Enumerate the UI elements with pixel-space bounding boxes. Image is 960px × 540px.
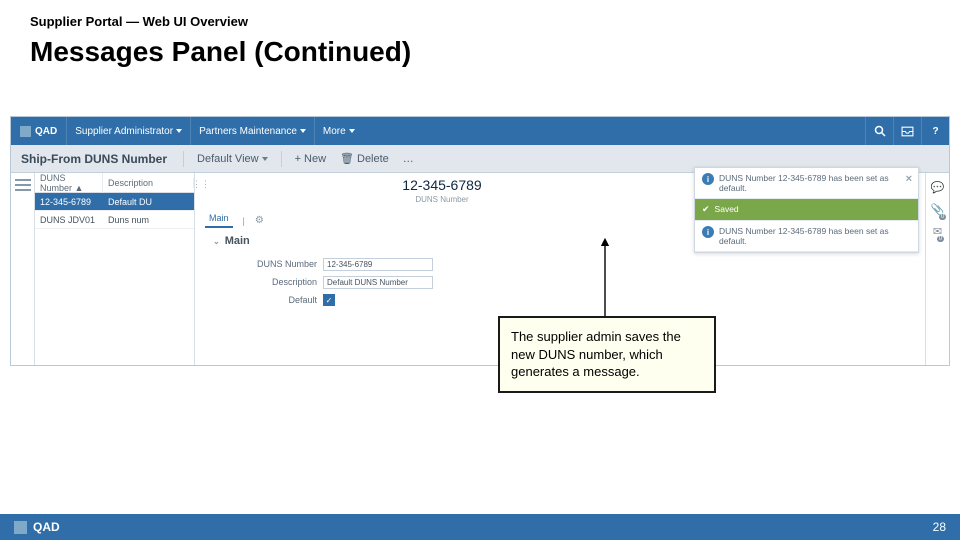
nav-partners-maintenance[interactable]: Partners Maintenance <box>190 117 314 145</box>
cell-duns: 12-345-6789 <box>35 197 103 207</box>
screenshot: QAD Supplier Administrator Partners Main… <box>10 116 950 366</box>
page-number: 28 <box>933 520 946 534</box>
app-logo: QAD <box>11 126 66 137</box>
check-icon: ✓ <box>326 296 333 305</box>
check-icon: ✔ <box>702 204 710 215</box>
slide-title: Messages Panel (Continued) <box>30 36 411 68</box>
slide-overline: Supplier Portal — Web UI Overview <box>30 14 248 29</box>
attach-badge: 0 <box>939 214 946 220</box>
hamburger-icon[interactable] <box>15 179 31 191</box>
nav-more[interactable]: More <box>314 117 363 145</box>
app-nav: QAD Supplier Administrator Partners Main… <box>11 117 949 145</box>
message-text: DUNS Number 12-345-6789 has been set as … <box>719 226 911 246</box>
callout-text: The supplier admin saves the new DUNS nu… <box>511 329 681 379</box>
nav-supplier-admin[interactable]: Supplier Administrator <box>66 117 190 145</box>
search-button[interactable] <box>865 117 893 145</box>
new-button[interactable]: +New <box>288 153 333 165</box>
section-label: Main <box>225 235 250 247</box>
footer-logo: QAD <box>14 520 60 534</box>
record-title-caption: DUNS Number <box>195 195 689 204</box>
slide-footer: QAD 28 <box>0 514 960 540</box>
inbox-button[interactable] <box>893 117 921 145</box>
gear-icon[interactable]: ⚙ <box>255 215 264 226</box>
detail-tabs: Main | ⚙ <box>205 213 264 228</box>
nav-item-label: Supplier Administrator <box>75 126 173 137</box>
message-text: Saved <box>715 204 739 214</box>
cell-desc: Duns num <box>103 215 194 225</box>
delete-button[interactable]: 🗑Delete <box>333 152 396 165</box>
section-main[interactable]: ⌄ Main <box>213 235 250 247</box>
table-header: DUNS Number ▲ Description <box>35 173 194 193</box>
footer-logo-text: QAD <box>33 520 60 534</box>
info-icon: i <box>702 173 714 185</box>
trash-icon: 🗑 <box>340 152 354 165</box>
callout-note: The supplier admin saves the new DUNS nu… <box>498 316 716 393</box>
messages-panel: × i DUNS Number 12-345-6789 has been set… <box>694 167 919 253</box>
duns-label: DUNS Number <box>255 259 317 269</box>
right-strip: 💬 📎0 ✉0 <box>925 173 949 365</box>
page-title: Ship-From DUNS Number <box>11 152 177 166</box>
description-input[interactable] <box>323 276 433 289</box>
tab-main[interactable]: Main <box>205 213 233 228</box>
more-actions-button[interactable]: … <box>396 153 421 165</box>
message-text: DUNS Number 12-345-6789 has been set as … <box>719 173 911 193</box>
col-desc-header[interactable]: Description <box>103 178 194 188</box>
app-logo-text: QAD <box>35 126 57 137</box>
new-button-label: New <box>304 153 326 165</box>
callout-arrow <box>604 247 605 316</box>
view-selector-label: Default View <box>197 153 259 165</box>
plus-icon: + <box>295 153 301 165</box>
default-label: Default <box>255 295 317 305</box>
more-button-label: … <box>403 153 414 165</box>
results-table: DUNS Number ▲ Description 12-345-6789 De… <box>35 173 195 365</box>
chevron-down-icon: ⌄ <box>213 237 220 246</box>
help-icon: ? <box>932 126 938 137</box>
sort-asc-icon: ▲ <box>75 183 84 193</box>
tab-divider: | <box>243 216 245 226</box>
help-button[interactable]: ? <box>921 117 949 145</box>
table-row[interactable]: DUNS JDV01 Duns num <box>35 211 194 229</box>
message-info: i DUNS Number 12-345-6789 has been set a… <box>695 168 918 199</box>
table-row[interactable]: 12-345-6789 Default DU <box>35 193 194 211</box>
nav-item-label: More <box>323 126 346 137</box>
close-icon[interactable]: × <box>906 173 912 185</box>
detail-form: DUNS Number Description Default ✓ <box>255 255 433 309</box>
info-icon: i <box>702 226 714 238</box>
message-saved: ✔ Saved <box>695 199 918 221</box>
attachments-icon[interactable]: 📎0 <box>931 203 945 216</box>
search-icon <box>874 125 886 137</box>
inbox-icon <box>901 126 914 137</box>
left-strip <box>11 173 35 365</box>
default-checkbox[interactable]: ✓ <box>323 294 335 306</box>
delete-button-label: Delete <box>357 153 389 165</box>
record-title: 12-345-6789 <box>195 177 689 193</box>
cell-desc: Default DU <box>103 197 194 207</box>
logo-square-icon <box>14 521 27 534</box>
comments-icon[interactable]: 💬 <box>931 181 945 194</box>
mail-badge: 0 <box>937 236 944 242</box>
duns-input[interactable] <box>323 258 433 271</box>
view-selector[interactable]: Default View <box>190 153 275 165</box>
mail-icon[interactable]: ✉0 <box>933 225 942 238</box>
cell-duns: DUNS JDV01 <box>35 215 103 225</box>
nav-item-label: Partners Maintenance <box>199 126 297 137</box>
col-duns-header[interactable]: DUNS Number ▲ <box>35 173 103 193</box>
description-label: Description <box>255 277 317 287</box>
message-info: i DUNS Number 12-345-6789 has been set a… <box>695 221 918 252</box>
